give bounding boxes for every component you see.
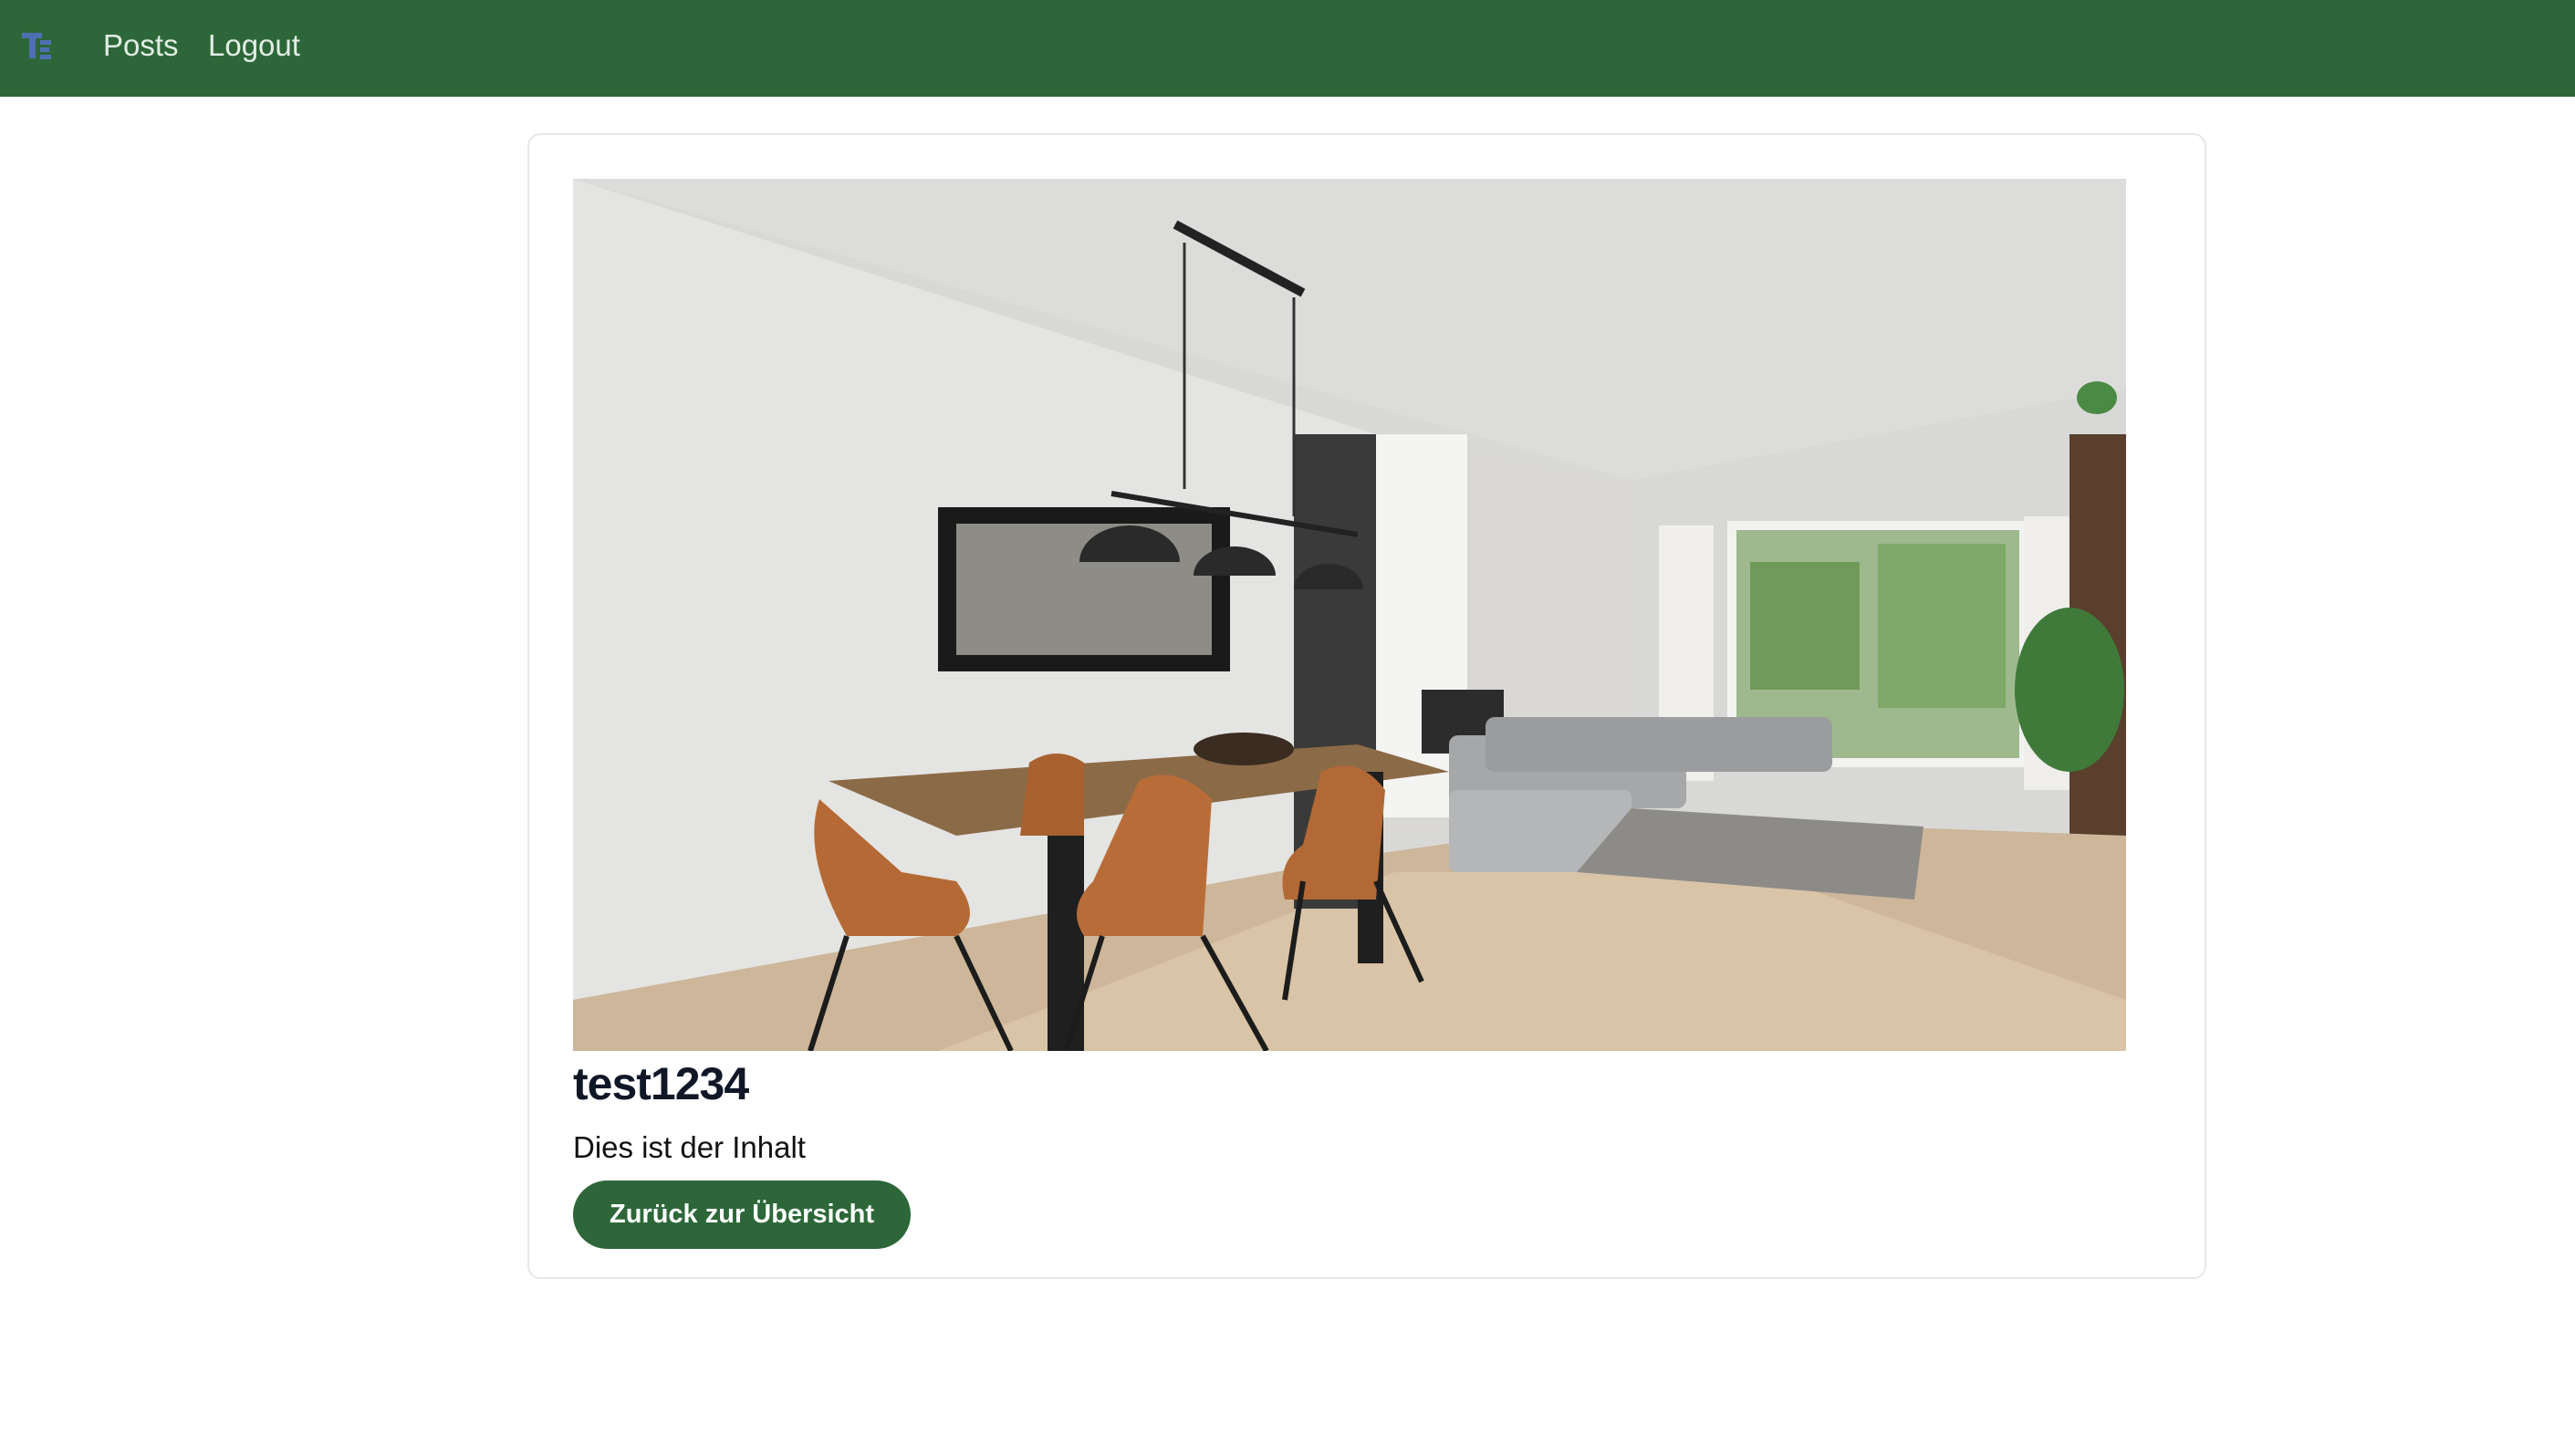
top-navbar: Posts Logout <box>0 0 2575 97</box>
brand-logo-icon[interactable] <box>20 27 57 64</box>
nav-link-logout[interactable]: Logout <box>208 26 300 66</box>
post-content: Dies ist der Inhalt <box>573 1130 806 1164</box>
post-image <box>573 179 2126 1051</box>
post-title: test1234 <box>573 1058 749 1109</box>
back-to-overview-button[interactable]: Zurück zur Übersicht <box>573 1180 912 1249</box>
nav-link-posts[interactable]: Posts <box>103 26 179 66</box>
post-card: test1234 Dies ist der Inhalt Zurück zur … <box>527 133 2206 1279</box>
